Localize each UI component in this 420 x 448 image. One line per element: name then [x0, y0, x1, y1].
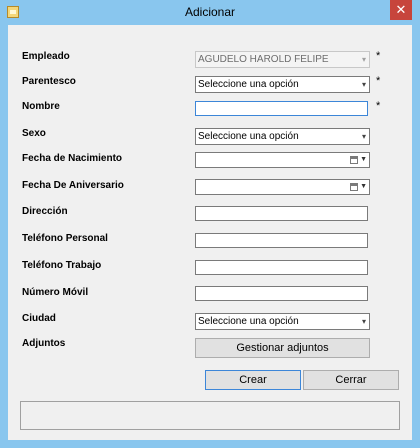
- calendar-icon[interactable]: [350, 156, 358, 164]
- chevron-down-icon[interactable]: ▼: [360, 183, 367, 190]
- required-mark-empleado: *: [376, 50, 381, 62]
- parentesco-select-value: Seleccione una opción: [198, 79, 299, 90]
- direccion-input[interactable]: [195, 206, 368, 221]
- empleado-select-value: AGUDELO HAROLD FELIPE: [198, 54, 329, 65]
- chevron-down-icon: ▾: [361, 80, 366, 89]
- sexo-select[interactable]: Seleccione una opción ▾: [195, 128, 370, 145]
- empleado-label: Empleado: [22, 51, 70, 62]
- telefono-personal-label: Teléfono Personal: [22, 233, 108, 244]
- nombre-label: Nombre: [22, 101, 60, 112]
- chevron-down-icon: ▾: [361, 317, 366, 326]
- chevron-down-icon[interactable]: ▼: [360, 156, 367, 163]
- direccion-label: Dirección: [22, 206, 68, 217]
- sexo-select-value: Seleccione una opción: [198, 131, 299, 142]
- ciudad-label: Ciudad: [22, 313, 56, 324]
- gestionar-adjuntos-button[interactable]: Gestionar adjuntos: [195, 338, 370, 358]
- parentesco-select[interactable]: Seleccione una opción ▾: [195, 76, 370, 93]
- cerrar-button[interactable]: Cerrar: [303, 370, 399, 390]
- title-bar: Adicionar ✕: [0, 0, 420, 25]
- ciudad-select-value: Seleccione una opción: [198, 316, 299, 327]
- required-mark-nombre: *: [376, 100, 381, 112]
- add-dialog-window: Adicionar ✕ Empleado AGUDELO HAROLD FELI…: [0, 0, 420, 448]
- form-panel: Empleado AGUDELO HAROLD FELIPE ▾ * Paren…: [8, 25, 412, 440]
- empleado-select: AGUDELO HAROLD FELIPE ▾: [195, 51, 370, 68]
- required-mark-parentesco: *: [376, 75, 381, 87]
- window-title: Adicionar: [184, 5, 236, 19]
- chevron-down-icon: ▾: [361, 132, 366, 141]
- telefono-trabajo-input[interactable]: [195, 260, 368, 275]
- numero-movil-label: Número Móvil: [22, 287, 89, 298]
- fecha-aniversario-picker[interactable]: ▼: [195, 179, 370, 195]
- sexo-label: Sexo: [22, 128, 46, 139]
- fecha-nacimiento-label: Fecha de Nacimiento: [22, 153, 123, 164]
- telefono-personal-input[interactable]: [195, 233, 368, 248]
- numero-movil-input[interactable]: [195, 286, 368, 301]
- adjuntos-label: Adjuntos: [22, 338, 66, 349]
- status-bar: [20, 401, 400, 430]
- crear-button[interactable]: Crear: [205, 370, 301, 390]
- nombre-input[interactable]: [195, 101, 368, 116]
- fecha-nacimiento-picker[interactable]: ▼: [195, 152, 370, 168]
- ciudad-select[interactable]: Seleccione una opción ▾: [195, 313, 370, 330]
- fecha-aniversario-label: Fecha De Aniversario: [22, 180, 124, 191]
- close-button[interactable]: ✕: [390, 0, 412, 20]
- telefono-trabajo-label: Teléfono Trabajo: [22, 260, 102, 271]
- chevron-down-icon: ▾: [361, 55, 366, 64]
- parentesco-label: Parentesco: [22, 76, 76, 87]
- calendar-icon[interactable]: [350, 183, 358, 191]
